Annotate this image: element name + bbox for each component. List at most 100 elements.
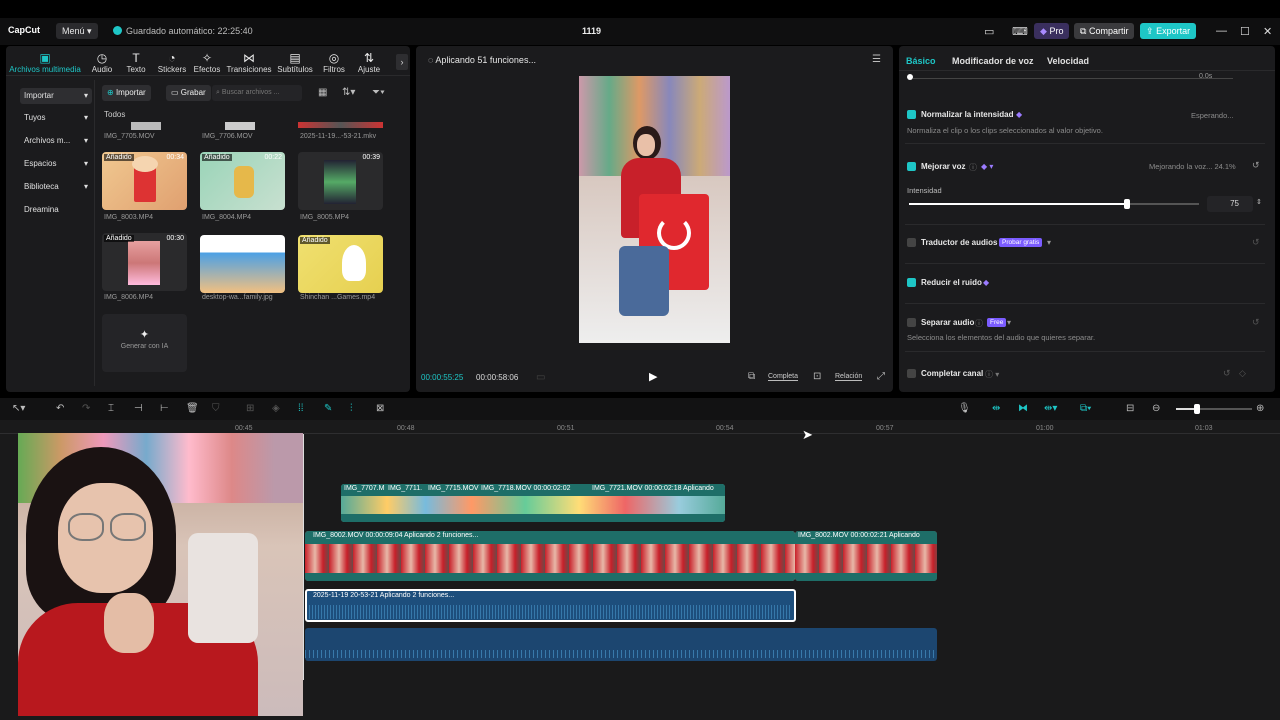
grid-view-icon[interactable]: ▦	[318, 87, 327, 98]
noise-reduction-checkbox[interactable]	[907, 278, 916, 287]
split-icon[interactable]: ⌶	[108, 403, 114, 414]
play-button[interactable]: ▶	[649, 370, 657, 383]
layer-icon[interactable]: ⧉▾	[1080, 403, 1091, 414]
generate-ai-button[interactable]: ✦ Generar con IA	[102, 314, 187, 372]
sort-icon[interactable]: ⇅▾	[342, 87, 355, 98]
thumbnail[interactable]	[298, 122, 383, 128]
sidebar-item-library[interactable]: Biblioteca ▾	[20, 179, 92, 195]
info-icon[interactable]: ⓘ	[975, 318, 983, 329]
tab-voice-changer[interactable]: Modificador de voz	[952, 56, 1034, 66]
shortcuts-icon[interactable]: ⌨	[1012, 25, 1028, 38]
overlay-track-clips[interactable]: IMG_7707.M IMG_7711. IMG_7715.MOV IMG_77…	[341, 484, 725, 522]
magnet-icon[interactable]: ⁞⁞	[298, 403, 304, 414]
record-button[interactable]: ▭ Grabar	[166, 85, 211, 101]
tab-basic[interactable]: Básico	[906, 56, 936, 66]
filter-all-tab[interactable]: Todos	[104, 110, 125, 119]
export-button[interactable]: ⇪ Exportar	[1140, 23, 1197, 39]
select-cursor-icon[interactable]: ↖▾	[12, 403, 25, 414]
info-icon[interactable]: ⓘ	[969, 162, 977, 173]
total-time: 00:00:58:06	[476, 373, 519, 382]
sidebar-item-spaces[interactable]: Espacios ▾	[20, 156, 92, 172]
info-icon[interactable]: ⓘ ▾	[985, 369, 999, 380]
preview-axis-icon[interactable]: ⊠	[376, 403, 384, 414]
snap-icon[interactable]: ⇹▾	[1044, 403, 1057, 414]
media-item[interactable]: Añadido 00:34	[102, 152, 187, 210]
slider-handle[interactable]	[907, 74, 913, 80]
sidebar-item-dreamina[interactable]: Dreamina	[20, 202, 92, 218]
tab-media[interactable]: ▣ Archivos multimedia	[8, 52, 82, 75]
audio-clip-selected[interactable]: 2025-11-19 20-53-21 Aplicando 2 funcione…	[305, 589, 796, 622]
main-video-clip[interactable]: IMG_8002.MOV 00:00:09:04 Aplicando 2 fun…	[305, 531, 795, 581]
intensity-value-field[interactable]: 75	[1207, 196, 1253, 212]
full-quality-button[interactable]: Completa	[768, 373, 798, 381]
undo-icon[interactable]: ↶	[56, 403, 64, 414]
zoom-slider-handle[interactable]	[1194, 404, 1200, 414]
media-item[interactable]: Añadido	[298, 235, 383, 293]
media-item[interactable]	[200, 235, 285, 293]
tab-speed[interactable]: Velocidad	[1047, 56, 1089, 66]
split-right-icon[interactable]: ⊢	[160, 403, 169, 414]
thumbnail[interactable]	[225, 122, 255, 130]
video-preview[interactable]	[579, 76, 730, 343]
zoom-slider[interactable]	[1176, 404, 1252, 414]
tab-filters[interactable]: ◎ Filtros	[314, 52, 354, 75]
sidebar-item-import[interactable]: Importar ▾	[20, 88, 92, 104]
intensity-slider-handle[interactable]	[1123, 199, 1130, 209]
tab-adjust[interactable]: ⇅ Ajuste	[349, 52, 389, 75]
intensity-slider-track[interactable]	[909, 199, 1199, 209]
zoom-out-icon[interactable]: ⊖	[1152, 403, 1160, 414]
playhead[interactable]	[303, 434, 304, 680]
stepper-icon[interactable]: ⇕	[1256, 198, 1262, 206]
close-icon[interactable]: ✕	[1263, 25, 1272, 38]
microphone-icon[interactable]: 🎙	[958, 403, 971, 414]
search-input[interactable]: ⌕ Buscar archivos ...	[212, 85, 302, 101]
ratio-button[interactable]: Relación	[835, 373, 863, 381]
crop-icon[interactable]: ⧉	[748, 371, 755, 382]
tab-text[interactable]: T Texto	[116, 52, 156, 75]
separate-audio-checkbox[interactable]	[907, 318, 916, 327]
thumbnail[interactable]	[131, 122, 161, 130]
keyframe-icon[interactable]: ◇	[1239, 368, 1246, 379]
tab-subtitles[interactable]: ▤ Subtítulos	[274, 52, 316, 75]
auto-snap-icon[interactable]: ✎	[324, 403, 332, 414]
cartoon-face	[132, 156, 158, 172]
pro-button[interactable]: ◆ Pro	[1034, 23, 1070, 39]
zoom-in-icon[interactable]: ⊕	[1256, 403, 1264, 414]
audio-clip[interactable]	[305, 628, 937, 661]
filter-funnel-icon[interactable]: ⏷▾	[372, 87, 385, 98]
screenshot-icon[interactable]: ⊡	[813, 371, 821, 382]
maximize-icon[interactable]: ☐	[1240, 25, 1250, 38]
linkage-icon[interactable]: ⫶	[350, 403, 353, 414]
minimize-icon[interactable]: —	[1216, 25, 1227, 37]
normalize-checkbox[interactable]	[907, 110, 916, 119]
enhance-voice-checkbox[interactable]	[907, 162, 916, 171]
link-icon[interactable]: ⧓	[1018, 403, 1028, 414]
main-video-clip[interactable]: IMG_8002.MOV 00:00:02:21 Aplicando	[795, 531, 937, 581]
share-button[interactable]: ⧉ Compartir	[1074, 23, 1135, 39]
translator-checkbox[interactable]	[907, 238, 916, 247]
scroll-right-icon[interactable]: ›	[396, 54, 408, 70]
caption-icon[interactable]: ⊟	[1126, 403, 1134, 414]
tab-transitions[interactable]: ⋈ Transiciones	[226, 52, 272, 75]
media-item[interactable]: Añadido 00:30	[102, 233, 187, 291]
player-menu-icon[interactable]: ☰	[872, 54, 881, 65]
sidebar-item-yours[interactable]: Tuyos ▾	[20, 110, 92, 126]
layout-icon[interactable]: ▭	[984, 25, 994, 38]
clip-label: IMG_7721.MOV 00:00:02:18 Aplicando	[592, 485, 714, 492]
chevron-down-icon[interactable]: ▾	[1047, 238, 1051, 247]
delete-icon[interactable]: 🗑	[186, 403, 199, 414]
split-left-icon[interactable]: ⊣	[134, 403, 143, 414]
menu-button[interactable]: Menú ▾	[56, 23, 98, 39]
media-item[interactable]: Añadido 00:22	[200, 152, 285, 210]
tab-stickers[interactable]: ◔ Stickers	[152, 52, 192, 75]
complete-channel-checkbox[interactable]	[907, 369, 916, 378]
main-track-magnet-icon[interactable]: ⇹	[992, 403, 1000, 414]
tab-effects[interactable]: ✧ Efectos	[187, 52, 227, 75]
import-button[interactable]: ⊕ Importar	[102, 85, 151, 101]
reset-icon[interactable]: ↺	[1252, 160, 1260, 171]
chevron-down-icon[interactable]: ▾	[1007, 318, 1011, 327]
fullscreen-icon[interactable]: ⤢	[877, 371, 885, 382]
media-item[interactable]: 00:39	[298, 152, 383, 210]
sidebar-item-files[interactable]: Archivos m... ▾	[20, 133, 92, 149]
try-free-badge[interactable]: Probar gratis	[999, 238, 1043, 247]
